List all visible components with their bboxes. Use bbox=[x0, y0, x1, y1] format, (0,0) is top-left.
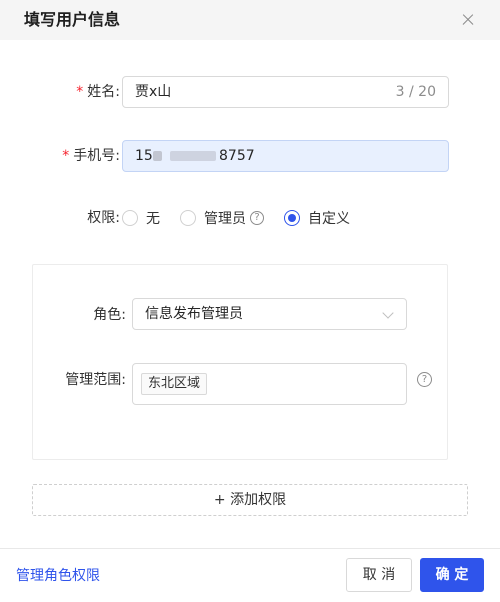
permission-radio-group: 无 管理员 ? 自定义 bbox=[122, 208, 370, 228]
scope-label: 管理范围: bbox=[65, 372, 126, 388]
dialog-title: 填写用户信息 bbox=[24, 10, 121, 29]
confirm-button[interactable]: 确 定 bbox=[420, 558, 484, 592]
name-value: 贾x山 bbox=[135, 84, 172, 100]
phone-redaction bbox=[153, 151, 162, 161]
phone-suffix: 8757 bbox=[219, 148, 255, 164]
radio-none[interactable] bbox=[122, 210, 138, 226]
radio-admin[interactable] bbox=[180, 210, 196, 226]
required-mark: * bbox=[76, 84, 84, 100]
manage-roles-link[interactable]: 管理角色权限 bbox=[16, 566, 100, 586]
name-label: * 姓名: bbox=[76, 84, 120, 100]
chevron-down-icon bbox=[382, 307, 394, 319]
role-value: 信息发布管理员 bbox=[145, 306, 243, 322]
name-input[interactable]: 贾x山 3 / 20 bbox=[122, 76, 449, 108]
scope-input[interactable]: 东北区域 bbox=[132, 363, 407, 405]
footer-divider bbox=[0, 548, 500, 549]
required-mark: * bbox=[62, 148, 70, 164]
add-permission-button[interactable]: + 添加权限 bbox=[32, 484, 468, 516]
phone-redaction bbox=[170, 151, 216, 161]
cancel-button[interactable]: 取 消 bbox=[346, 558, 412, 592]
phone-prefix: 15 bbox=[135, 148, 153, 164]
custom-permission-panel bbox=[32, 264, 448, 460]
permission-option-custom[interactable]: 自定义 bbox=[284, 208, 350, 228]
question-circle-icon[interactable]: ? bbox=[250, 211, 264, 225]
question-circle-icon[interactable]: ? bbox=[417, 372, 432, 387]
permission-option-none[interactable]: 无 bbox=[122, 208, 160, 228]
phone-input[interactable]: 15 8757 bbox=[122, 140, 449, 172]
phone-label: * 手机号: bbox=[62, 148, 120, 164]
permission-option-admin[interactable]: 管理员 ? bbox=[180, 208, 264, 228]
scope-tag[interactable]: 东北区域 bbox=[141, 373, 208, 395]
dialog-header: 填写用户信息 bbox=[0, 0, 500, 40]
close-icon[interactable] bbox=[458, 10, 478, 30]
role-select[interactable]: 信息发布管理员 bbox=[132, 298, 407, 330]
name-char-count: 3 / 20 bbox=[395, 84, 436, 100]
permission-label: 权限: bbox=[87, 210, 120, 226]
radio-custom[interactable] bbox=[284, 210, 300, 226]
role-label: 角色: bbox=[93, 307, 126, 323]
